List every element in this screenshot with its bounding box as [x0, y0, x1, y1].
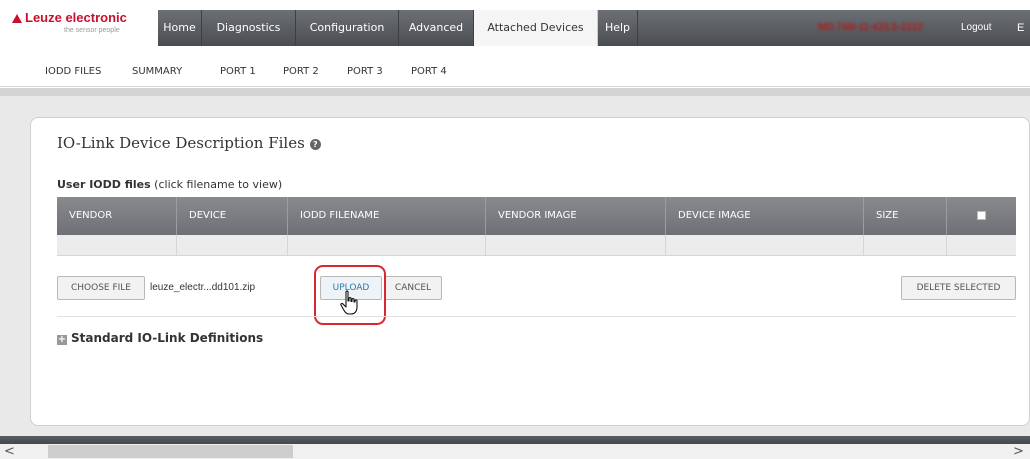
selected-file-name: leuze_electr...dd101.zip: [150, 282, 256, 293]
cancel-button[interactable]: CANCEL: [384, 276, 442, 300]
scrollbar-thumb[interactable]: [48, 445, 293, 458]
subnav-port-3[interactable]: PORT 3: [347, 66, 383, 77]
iodd-table-header: VENDOR DEVICE IODD FILENAME VENDOR IMAGE…: [57, 197, 1016, 235]
column-device-image[interactable]: DEVICE IMAGE: [666, 197, 864, 235]
device-status-text: MD 748i-11-42/L5-2222: [818, 22, 923, 33]
column-device[interactable]: DEVICE: [177, 197, 288, 235]
column-iodd-filename[interactable]: IODD FILENAME: [288, 197, 486, 235]
table-cell: [864, 235, 947, 256]
table-cell: [177, 235, 288, 256]
table-cell: [288, 235, 486, 256]
nav-tab-configuration[interactable]: Configuration: [296, 10, 399, 46]
brand-triangle-icon: [12, 14, 22, 23]
nav-tab-home[interactable]: Home: [158, 10, 202, 46]
brand-name: Leuze electronic: [12, 10, 127, 25]
expand-plus-icon[interactable]: +: [57, 335, 67, 345]
page-title: IO-Link Device Description Files?: [57, 134, 321, 152]
table-cell: [666, 235, 864, 256]
hand-cursor-icon: [340, 290, 358, 315]
select-all-checkbox-cell: [947, 197, 1016, 235]
section-divider: [57, 316, 1016, 317]
logout-link[interactable]: Logout: [961, 10, 992, 46]
subnav-port-1[interactable]: PORT 1: [220, 66, 256, 77]
column-size[interactable]: SIZE: [864, 197, 947, 235]
subnav-port-2[interactable]: PORT 2: [283, 66, 319, 77]
brand-tagline: the sensor people: [64, 27, 120, 34]
iodd-panel: [30, 117, 1030, 426]
nav-tab-advanced[interactable]: Advanced: [399, 10, 474, 46]
select-all-checkbox[interactable]: [977, 210, 986, 220]
nav-overflow-label[interactable]: E: [1017, 10, 1024, 46]
scroll-left-arrow-icon[interactable]: <: [4, 444, 15, 459]
subnav-summary[interactable]: SUMMARY: [132, 66, 182, 77]
table-cell: [57, 235, 177, 256]
table-row: [57, 235, 1016, 256]
subnav-iodd-files[interactable]: IODD FILES: [45, 66, 101, 77]
footer-bar: [0, 436, 1030, 444]
brand-logo[interactable]: Leuze electronic the sensor people: [12, 10, 152, 46]
help-icon[interactable]: ?: [309, 139, 321, 150]
subnav-port-4[interactable]: PORT 4: [411, 66, 447, 77]
delete-selected-button[interactable]: DELETE SELECTED: [901, 276, 1016, 300]
user-iodd-files-label: User IODD files (click filename to view): [57, 178, 283, 191]
standard-definitions-toggle[interactable]: + Standard IO-Link Definitions: [57, 331, 263, 345]
column-vendor[interactable]: VENDOR: [57, 197, 177, 235]
nav-tab-help[interactable]: Help: [598, 10, 638, 46]
sub-nav: IODD FILES SUMMARY PORT 1 PORT 2 PORT 3 …: [0, 57, 1030, 87]
choose-file-button[interactable]: CHOOSE FILE: [57, 276, 145, 300]
scroll-right-arrow-icon[interactable]: >: [1013, 444, 1024, 459]
column-vendor-image[interactable]: VENDOR IMAGE: [486, 197, 666, 235]
nav-tab-diagnostics[interactable]: Diagnostics: [202, 10, 296, 46]
table-cell: [486, 235, 666, 256]
horizontal-scrollbar[interactable]: < >: [0, 444, 1030, 459]
nav-tab-attached-devices[interactable]: Attached Devices: [474, 10, 598, 46]
